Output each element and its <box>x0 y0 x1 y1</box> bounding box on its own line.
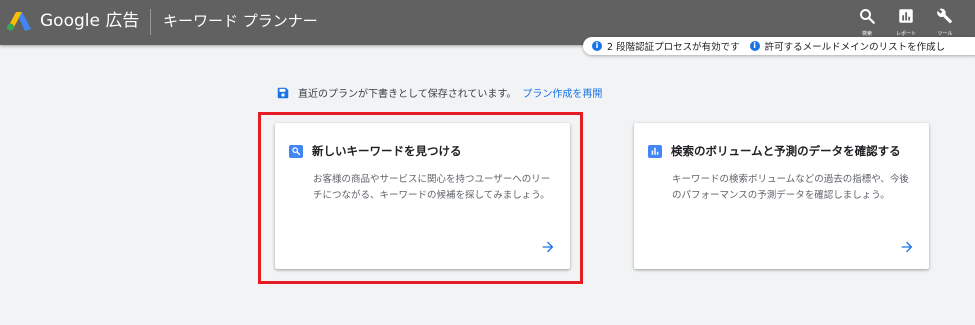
card-header: 新しいキーワードを見つける <box>289 143 462 159</box>
tools-button[interactable]: ツール <box>925 5 965 37</box>
resume-plan-link[interactable]: プラン作成を再開 <box>522 85 602 100</box>
bar-chart-icon <box>899 9 913 23</box>
search-icon <box>289 144 303 158</box>
arrow-forward-icon[interactable] <box>899 239 915 255</box>
search-icon <box>860 9 875 24</box>
reports-button[interactable]: レポート <box>886 5 926 37</box>
notification-text: 2 段階認証プロセスが有効です <box>607 42 740 53</box>
arrow-forward-icon[interactable] <box>540 239 556 255</box>
save-icon <box>277 87 289 98</box>
page-title: キーワード プランナー <box>163 12 318 30</box>
draft-text: 直近のプランが下書きとして保存されています。 <box>298 89 517 100</box>
notification-email-domain[interactable]: i 許可するメールドメインのリストを作成し <box>749 39 946 53</box>
card-description: お客様の商品やサービスに関心を持つユーザーへのリーチにつながる、キーワードの候補… <box>313 174 551 201</box>
notification-2fa[interactable]: i 2 段階認証プロセスが有効です <box>592 39 740 53</box>
search-button[interactable]: 検索 <box>847 5 887 37</box>
bar-chart-icon <box>648 144 662 158</box>
draft-notice: 直近のプランが下書きとして保存されています。 プラン作成を再開 <box>276 85 602 100</box>
wrench-icon <box>937 8 952 24</box>
info-icon: i <box>592 41 602 51</box>
find-keywords-card[interactable]: 新しいキーワードを見つける お客様の商品やサービスに関心を持つユーザーへのリーチ… <box>275 123 570 269</box>
card-title: 検索のボリュームと予測のデータを確認する <box>671 144 901 158</box>
brand-name[interactable]: Google 広告 <box>40 11 139 31</box>
info-icon: i <box>749 41 760 51</box>
card-header: 検索のボリュームと予測のデータを確認する <box>648 143 901 159</box>
notification-bar: i 2 段階認証プロセスが有効です i 許可するメールドメインのリストを作成し <box>583 37 975 55</box>
header-divider <box>150 9 151 35</box>
google-ads-logo-icon[interactable] <box>7 12 31 31</box>
card-description: キーワードの検索ボリュームなどの過去の指標や、今後のパフォーマンスの予測データを… <box>672 174 909 201</box>
card-title: 新しいキーワードを見つける <box>312 144 462 158</box>
notification-text: 許可するメールドメインのリストを作成し <box>764 42 946 53</box>
volume-forecast-card[interactable]: 検索のボリュームと予測のデータを確認する キーワードの検索ボリュームなどの過去の… <box>634 123 929 269</box>
